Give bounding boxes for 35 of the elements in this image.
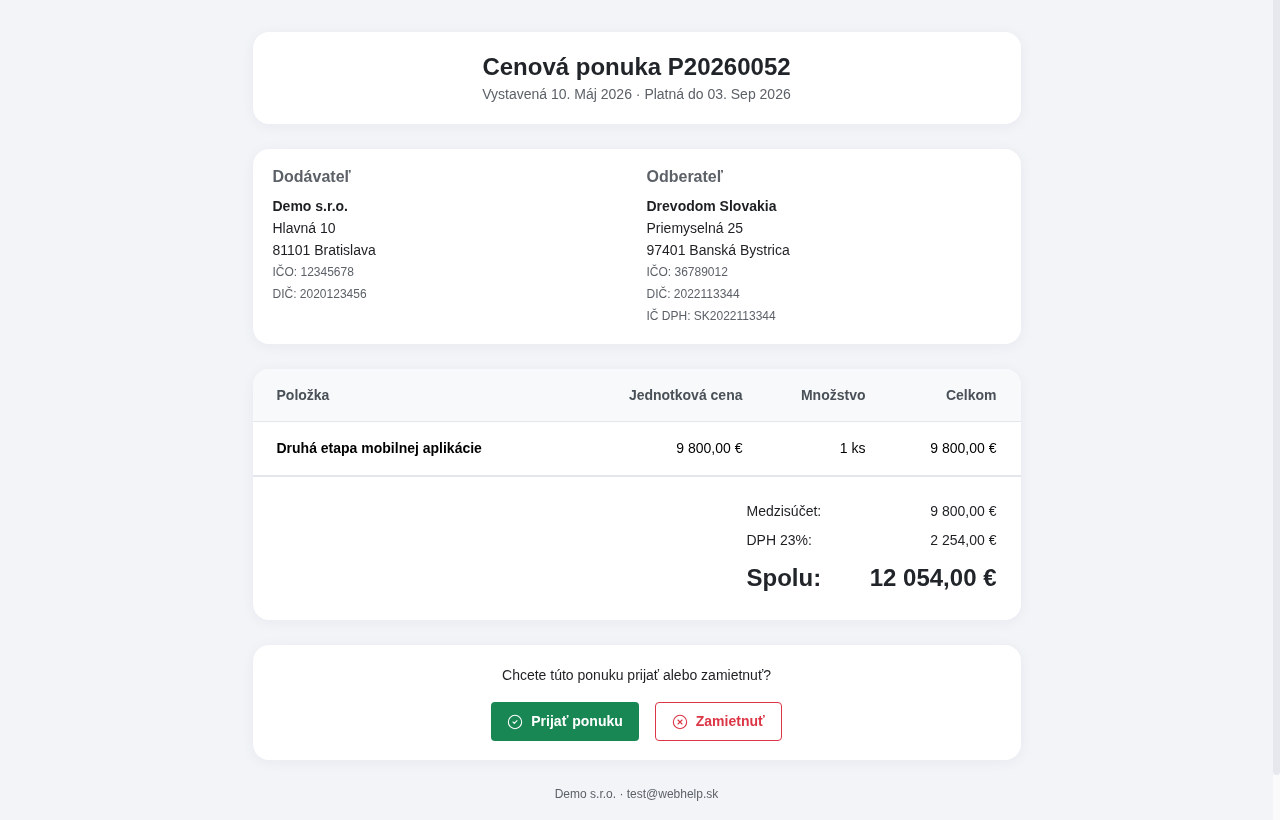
accept-button[interactable]: Prijať ponuku bbox=[491, 702, 639, 741]
totals-value: 9 800,00 € bbox=[930, 502, 997, 521]
column-header: Množstvo bbox=[800, 385, 866, 405]
party-name: Demo s.r.o. bbox=[272, 197, 348, 216]
footer-text: Demo s.r.o. · test@webhelp.sk bbox=[554, 786, 719, 803]
address-line: Hlavná 10 bbox=[272, 219, 336, 238]
totals-value: 2 254,00 € bbox=[930, 531, 997, 550]
table-cell-text: 9 800,00 € bbox=[930, 439, 997, 458]
tax-id-line: IČO: 36789012 bbox=[646, 263, 728, 281]
tax-id-line: IČ DPH: SK2022113344 bbox=[646, 307, 776, 325]
party-heading: Dodávateľ bbox=[272, 167, 351, 187]
table-cell-text: Druhá etapa mobilnej aplikácie bbox=[276, 439, 482, 458]
tax-id-line: IČO: 12345678 bbox=[272, 263, 354, 281]
question-text: Chcete túto ponuku prijať alebo zamietnuť? bbox=[502, 666, 771, 685]
table-cell-text: 9 800,00 € bbox=[676, 439, 743, 458]
party-heading: Odberateľ bbox=[646, 167, 723, 187]
column-header: Jednotková cena bbox=[628, 385, 743, 405]
totals-label: DPH 23%: bbox=[746, 531, 812, 550]
address-line: 97401 Banská Bystrica bbox=[646, 241, 790, 260]
tax-id-line: DIČ: 2022113344 bbox=[646, 285, 740, 303]
totals-label: Medzisúčet: bbox=[746, 502, 822, 521]
column-header: Celkom bbox=[945, 385, 997, 405]
check-circle-icon bbox=[507, 713, 524, 730]
column-header: Položka bbox=[276, 385, 330, 405]
quote-title: Cenová ponuka P20260052 bbox=[482, 52, 791, 82]
table-cell-text: 1 ks bbox=[839, 439, 866, 458]
address-line: 81101 Bratislava bbox=[272, 241, 376, 260]
address-line: Priemyselná 25 bbox=[646, 219, 743, 238]
totals-label: Spolu: bbox=[746, 563, 822, 593]
totals-value: 12 054,00 € bbox=[869, 563, 997, 593]
tax-id-line: DIČ: 2020123456 bbox=[272, 285, 367, 303]
x-circle-icon bbox=[671, 713, 688, 730]
quote-dates: Vystavená 10. Máj 2026 · Platná do 03. Sep 2026 bbox=[482, 85, 791, 104]
party-name: Drevodom Slovakia bbox=[646, 197, 777, 216]
reject-button[interactable]: Zamietnuť bbox=[654, 702, 782, 741]
